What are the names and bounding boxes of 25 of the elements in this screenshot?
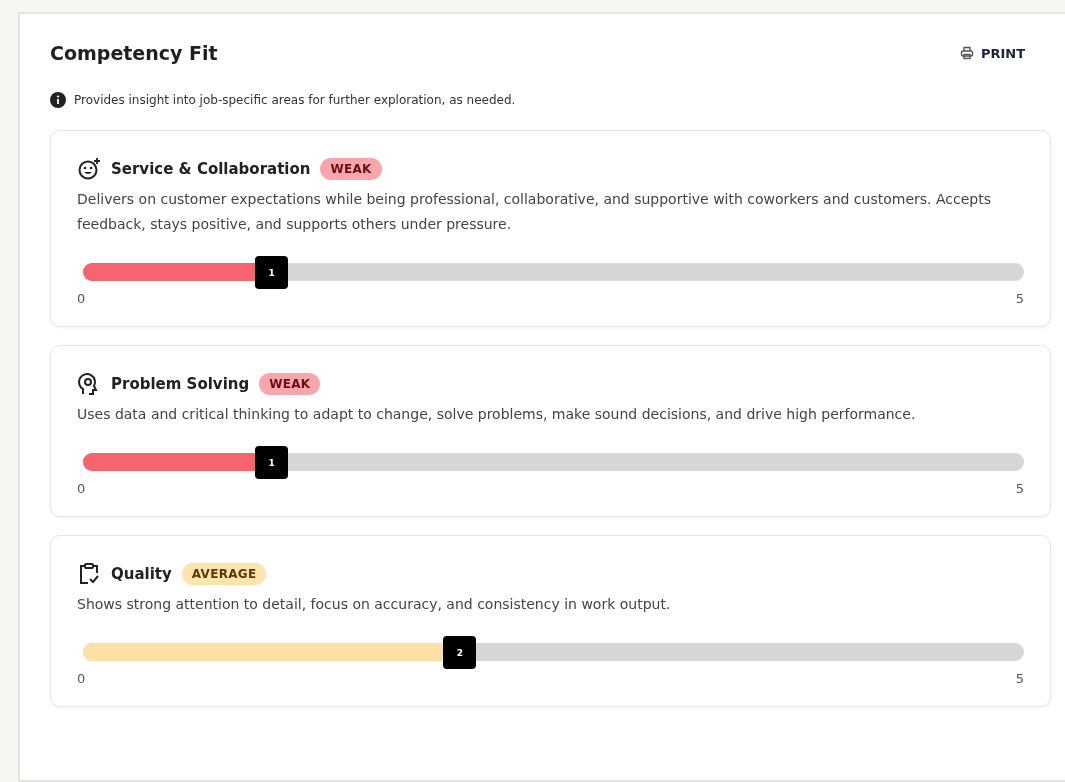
competency-description: Delivers on customer expectations while being professional, collaborative, and supportive with coworkers and customers. Accepts feedback, stays positive, and supports others under pressure. — [77, 190, 992, 234]
printer-icon — [959, 46, 974, 60]
scale-min-label: 0 — [77, 671, 86, 686]
rating-badge: AVERAGE — [181, 563, 267, 585]
competency-name: Problem Solving — [111, 375, 250, 393]
info-note: Provides insight into job-specific areas for further exploration, as needed. — [74, 93, 516, 107]
competency-name: Service & Collaboration — [111, 160, 311, 178]
clipboard-check-icon — [77, 562, 101, 586]
rating-badge: WEAK — [259, 373, 321, 395]
scale-min-label: 0 — [77, 291, 86, 306]
smiley-icon — [77, 157, 101, 181]
competency-description: Uses data and critical thinking to adapt to change, solve problems, make sound decisions, and drive high performance. — [77, 405, 917, 424]
scale-min-label: 0 — [77, 481, 86, 496]
competency-description: Shows strong attention to detail, focus on accuracy, and consistency in work output. — [77, 595, 672, 614]
scale-max-label: 5 — [1015, 671, 1024, 686]
scale-max-label: 5 — [1015, 291, 1024, 306]
slider-thumb: 1 — [255, 256, 289, 289]
rating-badge: WEAK — [320, 158, 382, 180]
slider-thumb: 2 — [443, 636, 477, 669]
competency-name: Quality — [111, 565, 172, 583]
info-icon — [50, 92, 66, 108]
slider-thumb: 1 — [255, 446, 289, 479]
section-title: Competency Fit — [50, 42, 218, 64]
print-button[interactable]: PRINT — [959, 43, 1025, 63]
scale-max-label: 5 — [1015, 481, 1024, 496]
